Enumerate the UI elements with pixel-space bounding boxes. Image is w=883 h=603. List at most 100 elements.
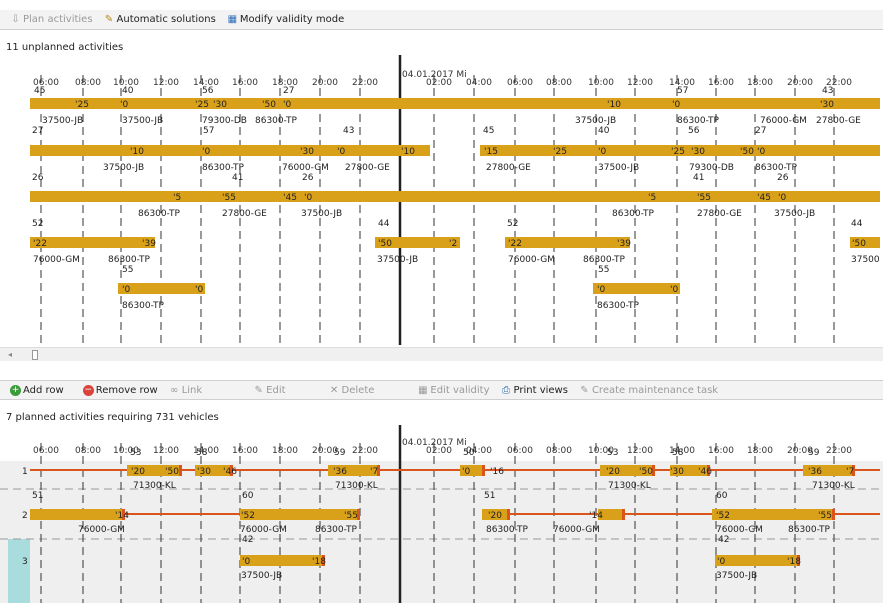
hour-label: 08:00	[75, 446, 101, 456]
activity-bar	[30, 509, 125, 520]
hour-label: 20:00	[787, 78, 813, 88]
minute-label: '55	[697, 193, 711, 203]
minute-label: '10	[130, 147, 144, 157]
row-number: 1	[22, 467, 28, 477]
print-views-button[interactable]: ⎙ Print views	[497, 382, 572, 398]
minute-label: '36	[808, 467, 822, 477]
automatic-solutions-button[interactable]: ✎ Automatic solutions	[100, 12, 220, 28]
station-label: 71300-KL	[812, 481, 855, 491]
vehicle-count: 26	[302, 173, 314, 183]
minute-label: '20	[131, 467, 145, 477]
minute-label: '0	[120, 100, 128, 110]
hour-label: 10:00	[588, 78, 614, 88]
station-label: 71300-KL	[133, 481, 176, 491]
hour-label: 08:00	[546, 78, 572, 88]
horizontal-scrollbar[interactable]: ◂	[0, 347, 883, 361]
minute-label: '36	[333, 467, 347, 477]
hour-label: 16:00	[708, 78, 734, 88]
minute-label: '0	[242, 557, 250, 567]
minute-label: '0	[122, 285, 130, 295]
planned-gantt-chart: 04.01.2017 Mi06:00 08:00 10:00 12:00 14:00 16…	[0, 425, 883, 603]
minute-label: '0	[672, 100, 680, 110]
station-label: 71300-KL	[335, 481, 378, 491]
vehicle-count: 41	[232, 173, 243, 183]
minute-label: '50	[740, 147, 754, 157]
station-label: 86300-TP	[486, 525, 529, 535]
modify-validity-mode-button[interactable]: ▦ Modify validity mode	[223, 12, 348, 28]
station-label: 37500-JB	[774, 209, 815, 219]
create-maintenance-task-button[interactable]: ✎ Create maintenance task	[575, 382, 722, 398]
vehicle-count: 51	[484, 491, 495, 501]
calendar-icon: ▦	[418, 384, 428, 396]
hour-label: 06:00	[507, 446, 533, 456]
station-label: 76000-GM	[33, 255, 80, 265]
top-toolbar: ⇩ Plan activities ✎ Automatic solutions …	[0, 10, 883, 30]
station-label: 76000-GM	[240, 525, 287, 535]
vehicle-count: 42	[242, 535, 253, 545]
bar-end-marker	[507, 509, 510, 520]
station-label: 76000-GM	[78, 525, 125, 535]
hour-label: 16:00	[232, 78, 258, 88]
station-label: 37500-JB	[103, 163, 144, 173]
bottom-toolbar: + Add row − Remove row ∞ Link ✎ Edit ✕ D…	[0, 380, 883, 400]
station-label: 86300-TP	[788, 525, 831, 535]
bar-end-marker	[482, 465, 485, 476]
edit-validity-button[interactable]: ▦ Edit validity	[413, 382, 493, 398]
vehicle-count: 26	[777, 173, 789, 183]
station-label: 86300-TP	[138, 209, 181, 219]
vehicle-count: 44	[378, 219, 390, 229]
hour-label: 06:00	[507, 78, 533, 88]
bar-end-marker	[179, 465, 182, 476]
station-label: 76000-GM	[553, 525, 600, 535]
unplanned-gantt[interactable]: 04.01.2017 Mi 06:00 08:00 10:00 12:00 14:00 16…	[0, 55, 883, 347]
hour-label: 22:00	[826, 446, 852, 456]
plan-activities-button[interactable]: ⇩ Plan activities	[6, 12, 97, 28]
minute-label: '18	[312, 557, 326, 567]
activity-bar	[30, 191, 880, 202]
minute-label: '10	[401, 147, 415, 157]
edit-button[interactable]: ✎ Edit	[249, 382, 289, 398]
minute-label: '0	[717, 557, 725, 567]
planned-gantt[interactable]: 04.01.2017 Mi 06:00 08:00 10:00 12:00 14:00 16…	[0, 425, 883, 603]
vehicle-count: 40	[122, 86, 134, 96]
vehicle-count: 53	[130, 448, 141, 458]
vehicle-count: 60	[242, 491, 254, 501]
activity-bar	[30, 237, 155, 248]
vehicle-count: 56	[202, 86, 214, 96]
minute-label: '30	[300, 147, 314, 157]
minute-label: '30	[820, 100, 834, 110]
wand-icon: ✎	[104, 14, 114, 25]
station-label: 76000-GM	[760, 116, 807, 126]
calendar-icon: ▦	[227, 14, 238, 25]
vehicle-count: 42	[718, 535, 729, 545]
vehicle-count: 51	[32, 491, 43, 501]
vehicle-count: 59	[808, 448, 820, 458]
vehicle-count: 40	[598, 126, 610, 136]
remove-row-button[interactable]: − Remove row	[79, 382, 162, 398]
station-label: 37500-JB	[575, 116, 616, 126]
scroll-thumb[interactable]	[32, 350, 38, 360]
hour-label: 02:00	[426, 446, 452, 456]
hour-label: 16:00	[708, 446, 734, 456]
remove-circle-icon: −	[82, 384, 94, 396]
add-row-button[interactable]: + Add row	[6, 382, 68, 398]
station-label: 86300-TP	[612, 209, 655, 219]
hour-label: 12:00	[153, 78, 179, 88]
scroll-left-icon[interactable]: ◂	[8, 350, 12, 359]
minute-label: '0	[304, 193, 312, 203]
minute-label: '5	[648, 193, 656, 203]
station-label: 37500-JB	[377, 255, 418, 265]
station-label: 37500-JB	[241, 571, 282, 581]
minute-label: '20	[606, 467, 620, 477]
minute-label: '0	[778, 193, 786, 203]
vehicle-count: 43	[343, 126, 354, 136]
vehicle-count: 57	[677, 86, 688, 96]
link-button[interactable]: ∞ Link	[165, 382, 206, 398]
printer-icon: ⎙	[502, 384, 511, 396]
station-label: 86300-TP	[583, 255, 626, 265]
delete-button[interactable]: ✕ Delete	[325, 382, 379, 398]
activity-bar	[30, 98, 880, 109]
minute-label: '30	[197, 467, 211, 477]
station-label: 27800-GE	[345, 163, 390, 173]
station-label: 27800-GE	[486, 163, 531, 173]
